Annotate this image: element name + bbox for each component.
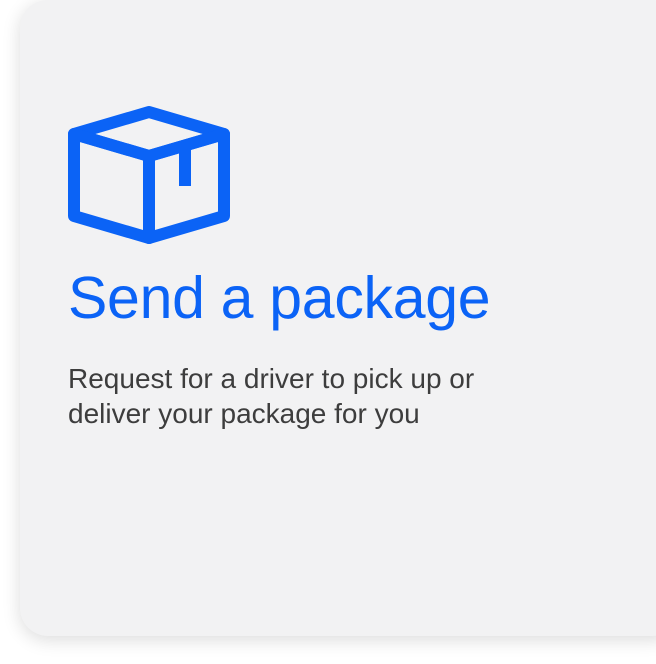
package-box-icon (68, 106, 230, 244)
card-description: Request for a driver to pick up or deliv… (68, 363, 475, 429)
send-package-card[interactable]: Send a package Request for a driver to p… (20, 0, 656, 636)
card-title: Send a package (68, 265, 491, 331)
